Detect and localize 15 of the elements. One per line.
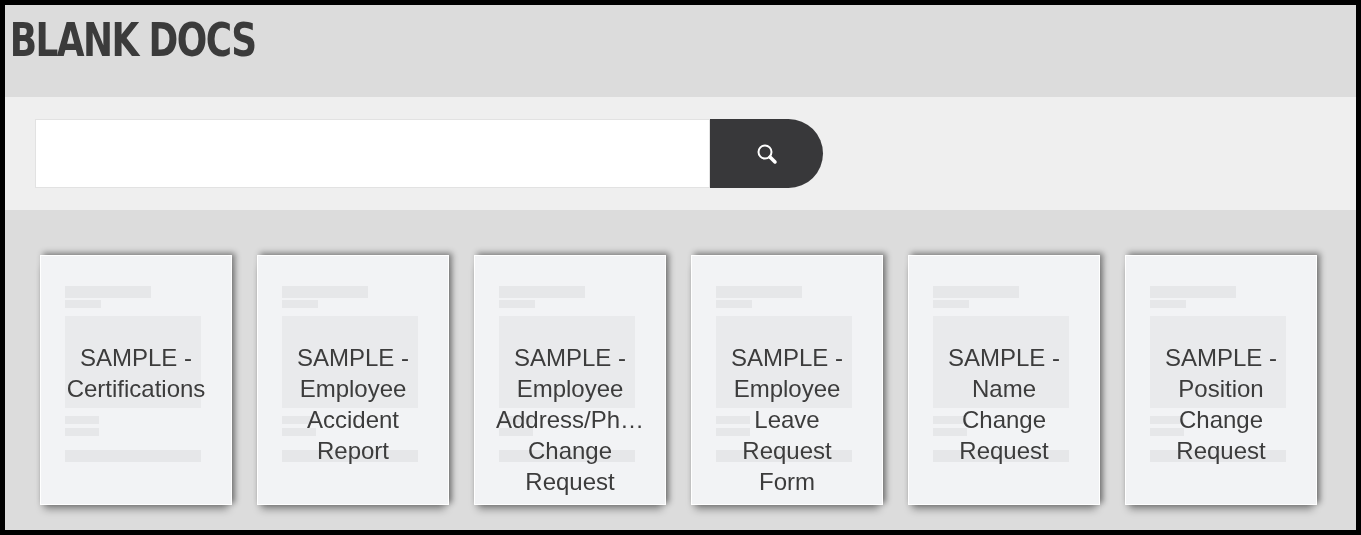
document-title: SAMPLE - Name Change Request (947, 343, 1061, 466)
document-title: SAMPLE - Employee Leave Request Form (730, 343, 844, 497)
document-card[interactable]: SAMPLE - Employee Accident Report (257, 255, 449, 505)
document-card[interactable]: SAMPLE - Position Change Request (1125, 255, 1317, 505)
document-card[interactable]: SAMPLE - Employee Address/Ph… Change Request (474, 255, 666, 505)
document-title: SAMPLE - Employee Accident Report (296, 343, 410, 466)
document-card[interactable]: SAMPLE - Certifications (40, 255, 232, 505)
document-title: SAMPLE - Employee Address/Ph… Change Request (495, 343, 645, 497)
search-button[interactable] (710, 119, 823, 188)
document-card[interactable]: SAMPLE - Name Change Request (908, 255, 1100, 505)
document-title: SAMPLE - Position Change Request (1164, 343, 1278, 466)
document-title: SAMPLE - Certifications (65, 343, 207, 404)
page-title: BLANK DOCS (8, 12, 256, 69)
document-card[interactable]: SAMPLE - Employee Leave Request Form (691, 255, 883, 505)
search-field[interactable] (35, 119, 710, 188)
